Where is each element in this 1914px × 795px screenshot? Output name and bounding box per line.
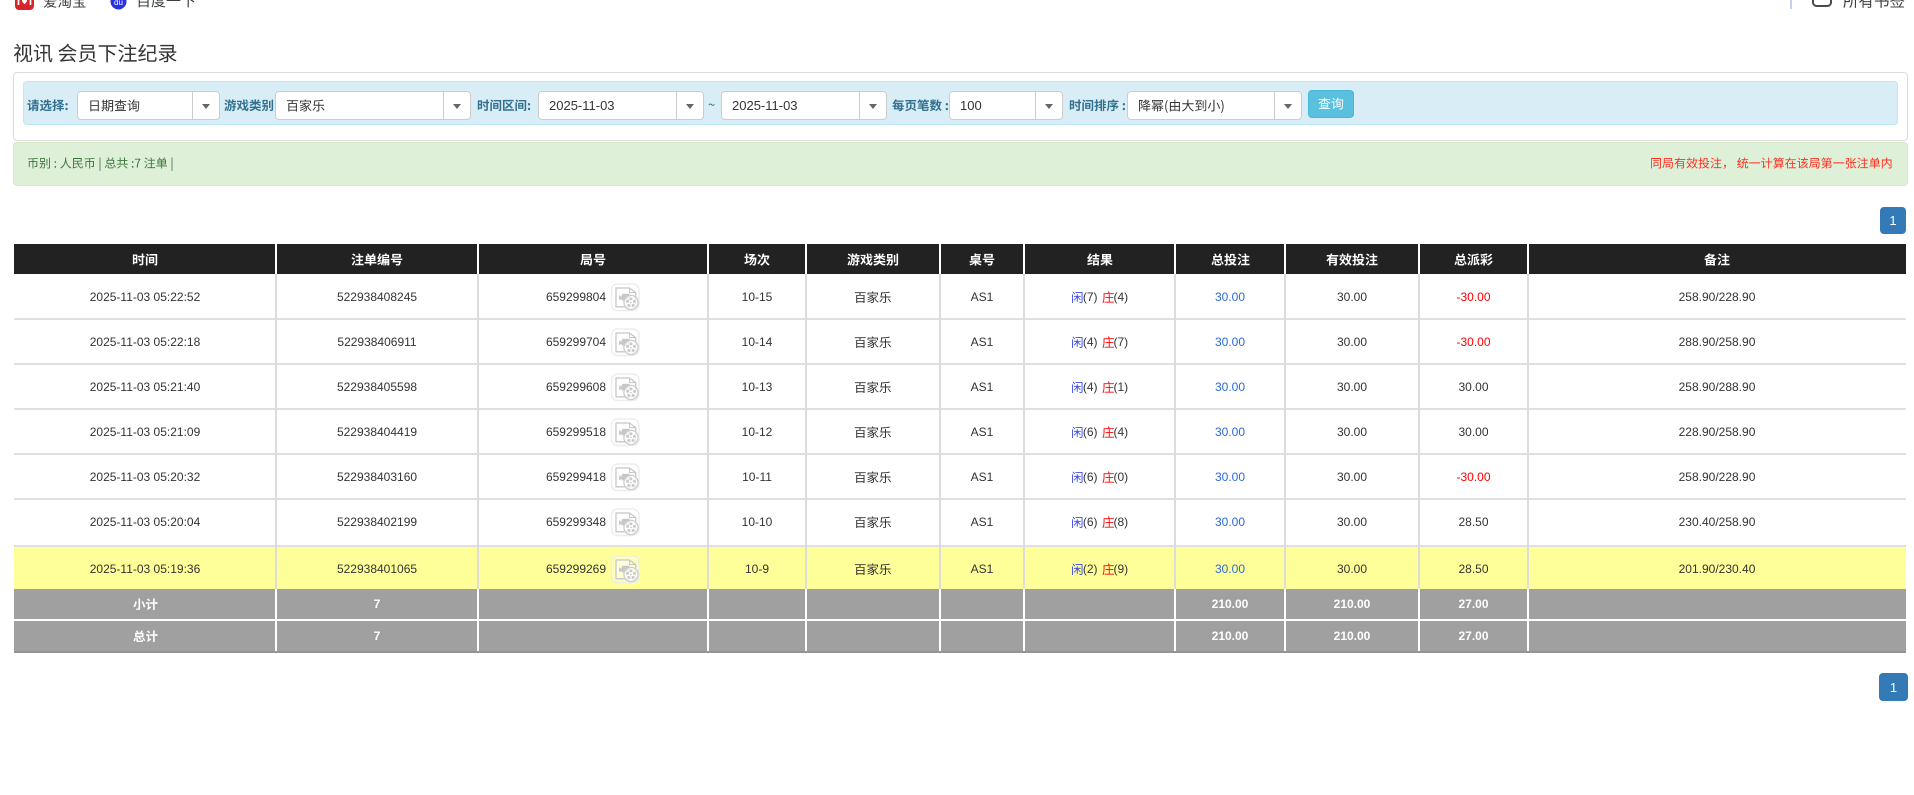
svg-text:du: du bbox=[114, 0, 123, 7]
